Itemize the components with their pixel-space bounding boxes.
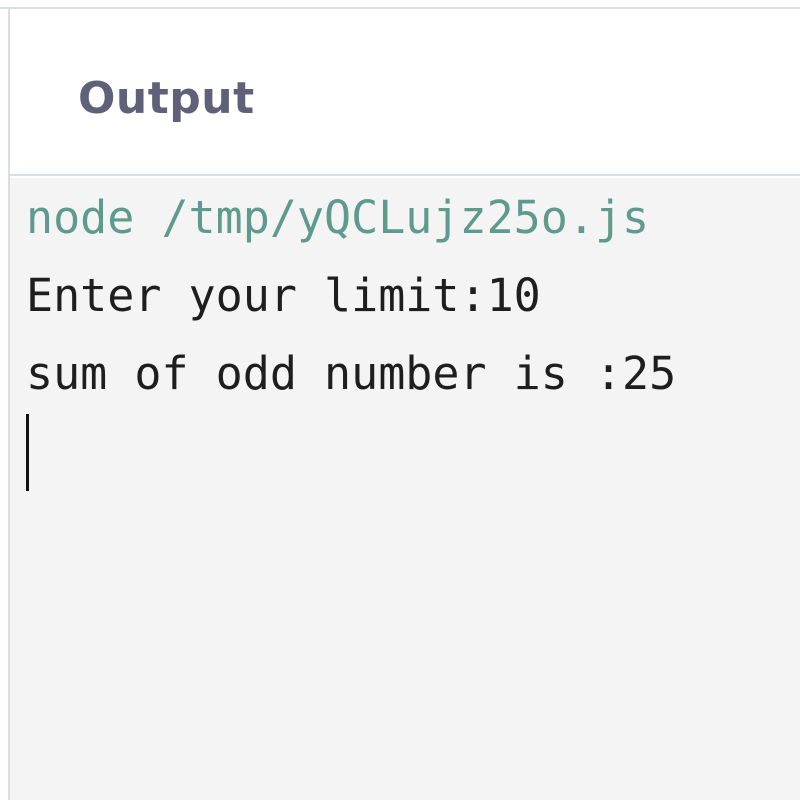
console-output-line: sum of odd number is :25 — [26, 347, 677, 400]
output-panel: Output node /tmp/yQCLujz25o.js Enter you… — [0, 0, 800, 800]
output-header: Output — [10, 11, 800, 176]
console-output[interactable]: node /tmp/yQCLujz25o.js Enter your limit… — [10, 178, 800, 800]
top-divider — [0, 0, 800, 9]
text-cursor — [26, 414, 29, 491]
output-title: Output — [78, 73, 255, 124]
console-command-line: node /tmp/yQCLujz25o.js — [26, 191, 650, 244]
console-output-line: Enter your limit:10 — [26, 269, 541, 322]
